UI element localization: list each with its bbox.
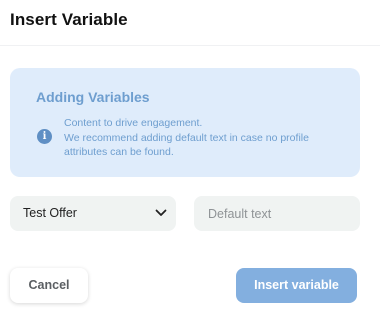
- info-heading: Adding Variables: [36, 89, 150, 105]
- insert-variable-button[interactable]: Insert variable: [236, 268, 357, 303]
- cancel-button[interactable]: Cancel: [10, 268, 88, 303]
- info-line: We recommend adding default text in case…: [64, 131, 309, 144]
- insert-variable-dialog: Insert Variable Adding Variables i Conte…: [0, 0, 380, 316]
- default-text-input[interactable]: [194, 196, 360, 231]
- info-line: Content to drive engagement.: [64, 117, 203, 129]
- chevron-down-icon: [155, 209, 167, 216]
- info-icon: i: [37, 129, 52, 144]
- info-line: attributes can be found.: [64, 146, 174, 158]
- variable-select[interactable]: Test Offer: [10, 196, 176, 231]
- dialog-header: Insert Variable: [0, 0, 380, 46]
- info-panel: Adding Variables i Content to drive enga…: [10, 68, 360, 177]
- info-description: Content to drive engagement. We recommen…: [64, 116, 354, 160]
- dialog-title: Insert Variable: [10, 10, 128, 29]
- variable-select-value: Test Offer: [23, 206, 77, 220]
